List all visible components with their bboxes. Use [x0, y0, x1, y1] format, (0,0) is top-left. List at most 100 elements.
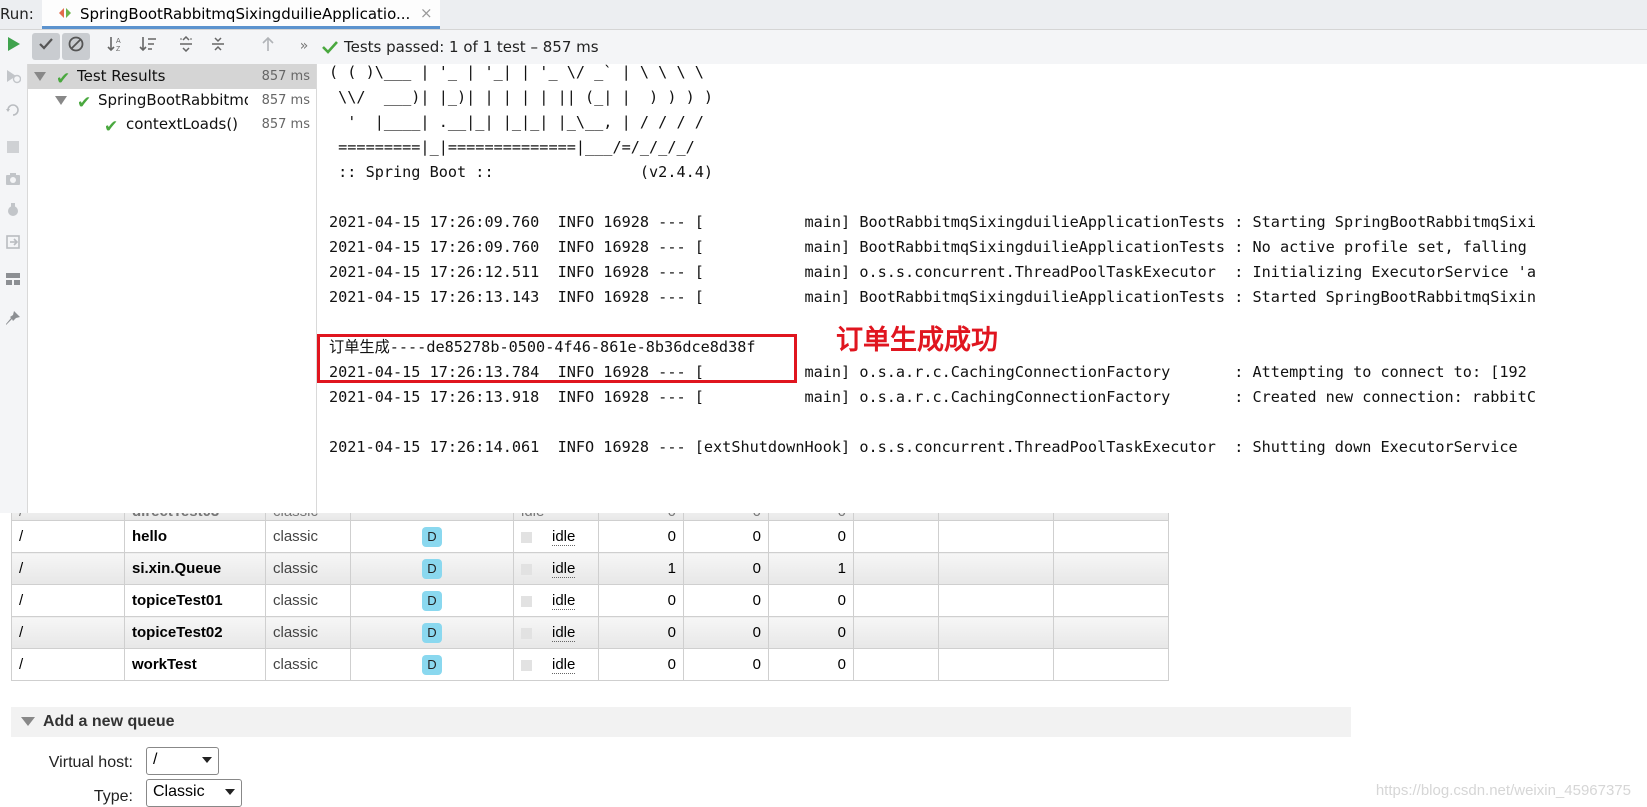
queue-vhost: /: [11, 520, 125, 553]
queue-state: idle: [513, 616, 599, 649]
svg-text:A: A: [116, 38, 121, 45]
toggle-auto-test-icon[interactable]: [4, 102, 22, 120]
rerun-button[interactable]: [0, 33, 28, 60]
queue-vhost: /: [11, 584, 125, 617]
queue-state: idle: [513, 648, 599, 681]
virtual-host-value: /: [153, 751, 158, 768]
chevron-down-icon: [34, 72, 46, 81]
close-icon[interactable]: ×: [420, 0, 433, 26]
queue-rate-deliver: [938, 552, 1054, 585]
collapse-all-button[interactable]: [204, 33, 232, 60]
state-indicator-icon: [521, 563, 532, 575]
sort-alphabetically-button[interactable]: AZ: [102, 33, 130, 60]
stop-icon[interactable]: [4, 140, 22, 158]
console-line: :: Spring Boot :: (v2.4.4): [329, 163, 714, 181]
virtual-host-label: Virtual host:: [48, 754, 133, 771]
tree-item-test-results[interactable]: ✔ Test Results 857 ms: [28, 64, 316, 89]
double-chevron-right-icon: »: [299, 38, 309, 54]
debug-settings-icon[interactable]: [4, 202, 22, 220]
queue-rate-incoming: [853, 552, 939, 585]
sort-by-duration-button[interactable]: [134, 33, 162, 60]
queue-name[interactable]: topiceTest01: [124, 584, 266, 617]
watermark: https://blog.csdn.net/weixin_45967375: [1375, 782, 1631, 799]
tree-item-duration: 857 ms: [261, 117, 310, 132]
console-output[interactable]: ( ( )\___ | '_ | '_| | '_ \/ _` | \ \ \ …: [317, 64, 1647, 513]
queue-rate-incoming: [853, 648, 939, 681]
test-runner-toolbar: AZ » Tests passed: 1 of 1 test – 857 ms: [0, 30, 1647, 65]
queue-name[interactable]: workTest: [124, 648, 266, 681]
durable-badge: D: [422, 654, 442, 675]
queue-total: 1: [768, 552, 854, 585]
queue-rate-incoming: [853, 616, 939, 649]
test-passed-check-icon: [322, 41, 338, 54]
tree-item-label: SpringBootRabbitmqS: [98, 91, 248, 109]
console-line: ' |____| .__|_| |_|_| |_\__, | / / / /: [329, 113, 704, 131]
camera-icon[interactable]: [4, 172, 22, 190]
table-row[interactable]: / hello classic D idle 0 0 0: [11, 520, 1169, 553]
queue-state-label: idle: [552, 656, 576, 674]
queue-name[interactable]: hello: [124, 520, 266, 553]
virtual-host-select[interactable]: /: [146, 747, 219, 775]
state-indicator-icon: [521, 659, 532, 671]
queue-unacked: 0: [683, 584, 769, 617]
durable-badge: D: [422, 590, 442, 611]
queue-type: classic: [265, 584, 351, 617]
table-row[interactable]: / topiceTest01 classic D idle 0 0 0: [11, 584, 1169, 617]
show-passed-toggle[interactable]: [32, 33, 60, 60]
table-row[interactable]: / si.xin.Queue classic D idle 1 0 1: [11, 552, 1169, 585]
expand-all-icon: [180, 35, 192, 53]
queue-state-label: idle: [552, 592, 576, 610]
expand-all-button[interactable]: [172, 33, 200, 60]
add-queue-section-header[interactable]: Add a new queue: [11, 707, 1351, 737]
state-indicator-icon: [521, 627, 532, 639]
queue-rate-ack: [1053, 584, 1169, 617]
tree-item-test-class[interactable]: ✔ SpringBootRabbitmqS 857 ms: [28, 88, 316, 113]
queue-state: idle: [513, 552, 599, 585]
tree-item-test-method[interactable]: ✔ contextLoads() 857 ms: [28, 112, 316, 137]
table-row[interactable]: / workTest classic D idle 0 0 0: [11, 648, 1169, 681]
type-label: Type:: [93, 788, 133, 805]
rerun-failed-icon[interactable]: [4, 68, 22, 86]
chevron-down-icon: [202, 757, 212, 763]
passed-check-icon: ✔: [104, 117, 119, 137]
more-actions-button[interactable]: »: [290, 33, 318, 60]
export-test-results-icon[interactable]: [4, 234, 22, 252]
table-row[interactable]: / topiceTest02 classic D idle 0 0 0: [11, 616, 1169, 649]
previous-failed-test-button[interactable]: [254, 33, 282, 60]
durable-badge: D: [422, 526, 442, 547]
queue-unacked: 0: [683, 520, 769, 553]
queue-rate-incoming: [853, 584, 939, 617]
queue-rate-ack: [1053, 616, 1169, 649]
queue-ready: 0: [598, 520, 684, 553]
queue-type: classic: [265, 616, 351, 649]
run-config-tab[interactable]: SpringBootRabbitmqSixingduilieApplicatio…: [42, 0, 440, 29]
queue-ready: 1: [598, 552, 684, 585]
queue-features: D: [350, 520, 514, 553]
highlight-box: [317, 334, 797, 383]
durable-badge: D: [422, 622, 442, 643]
show-ignored-toggle[interactable]: [62, 33, 90, 60]
queue-vhost: /: [11, 648, 125, 681]
console-line: 2021-04-15 17:26:09.760 INFO 16928 --- […: [329, 238, 1527, 256]
run-label: Run:: [0, 5, 34, 23]
queue-type: classic: [265, 552, 351, 585]
console-line: 2021-04-15 17:26:14.061 INFO 16928 --- […: [329, 438, 1518, 456]
state-indicator-icon: [521, 595, 532, 607]
tree-item-label: Test Results: [77, 67, 166, 85]
sort-duration-icon: [139, 37, 156, 52]
arrow-up-icon: [262, 36, 274, 51]
state-indicator-icon: [521, 531, 532, 543]
type-select[interactable]: Classic: [146, 779, 242, 807]
queue-features: D: [350, 648, 514, 681]
chevron-down-icon: [225, 789, 235, 795]
console-line: =========|_|==============|___/=/_/_/_/: [329, 138, 695, 156]
add-queue-title: Add a new queue: [43, 713, 175, 730]
layout-icon[interactable]: [4, 272, 22, 290]
queue-features: D: [350, 616, 514, 649]
queue-name[interactable]: si.xin.Queue: [124, 552, 266, 585]
pin-icon[interactable]: [4, 310, 22, 328]
queue-type: classic: [265, 648, 351, 681]
queue-name[interactable]: topiceTest02: [124, 616, 266, 649]
queue-rate-deliver: [938, 520, 1054, 553]
queue-unacked: 0: [683, 648, 769, 681]
